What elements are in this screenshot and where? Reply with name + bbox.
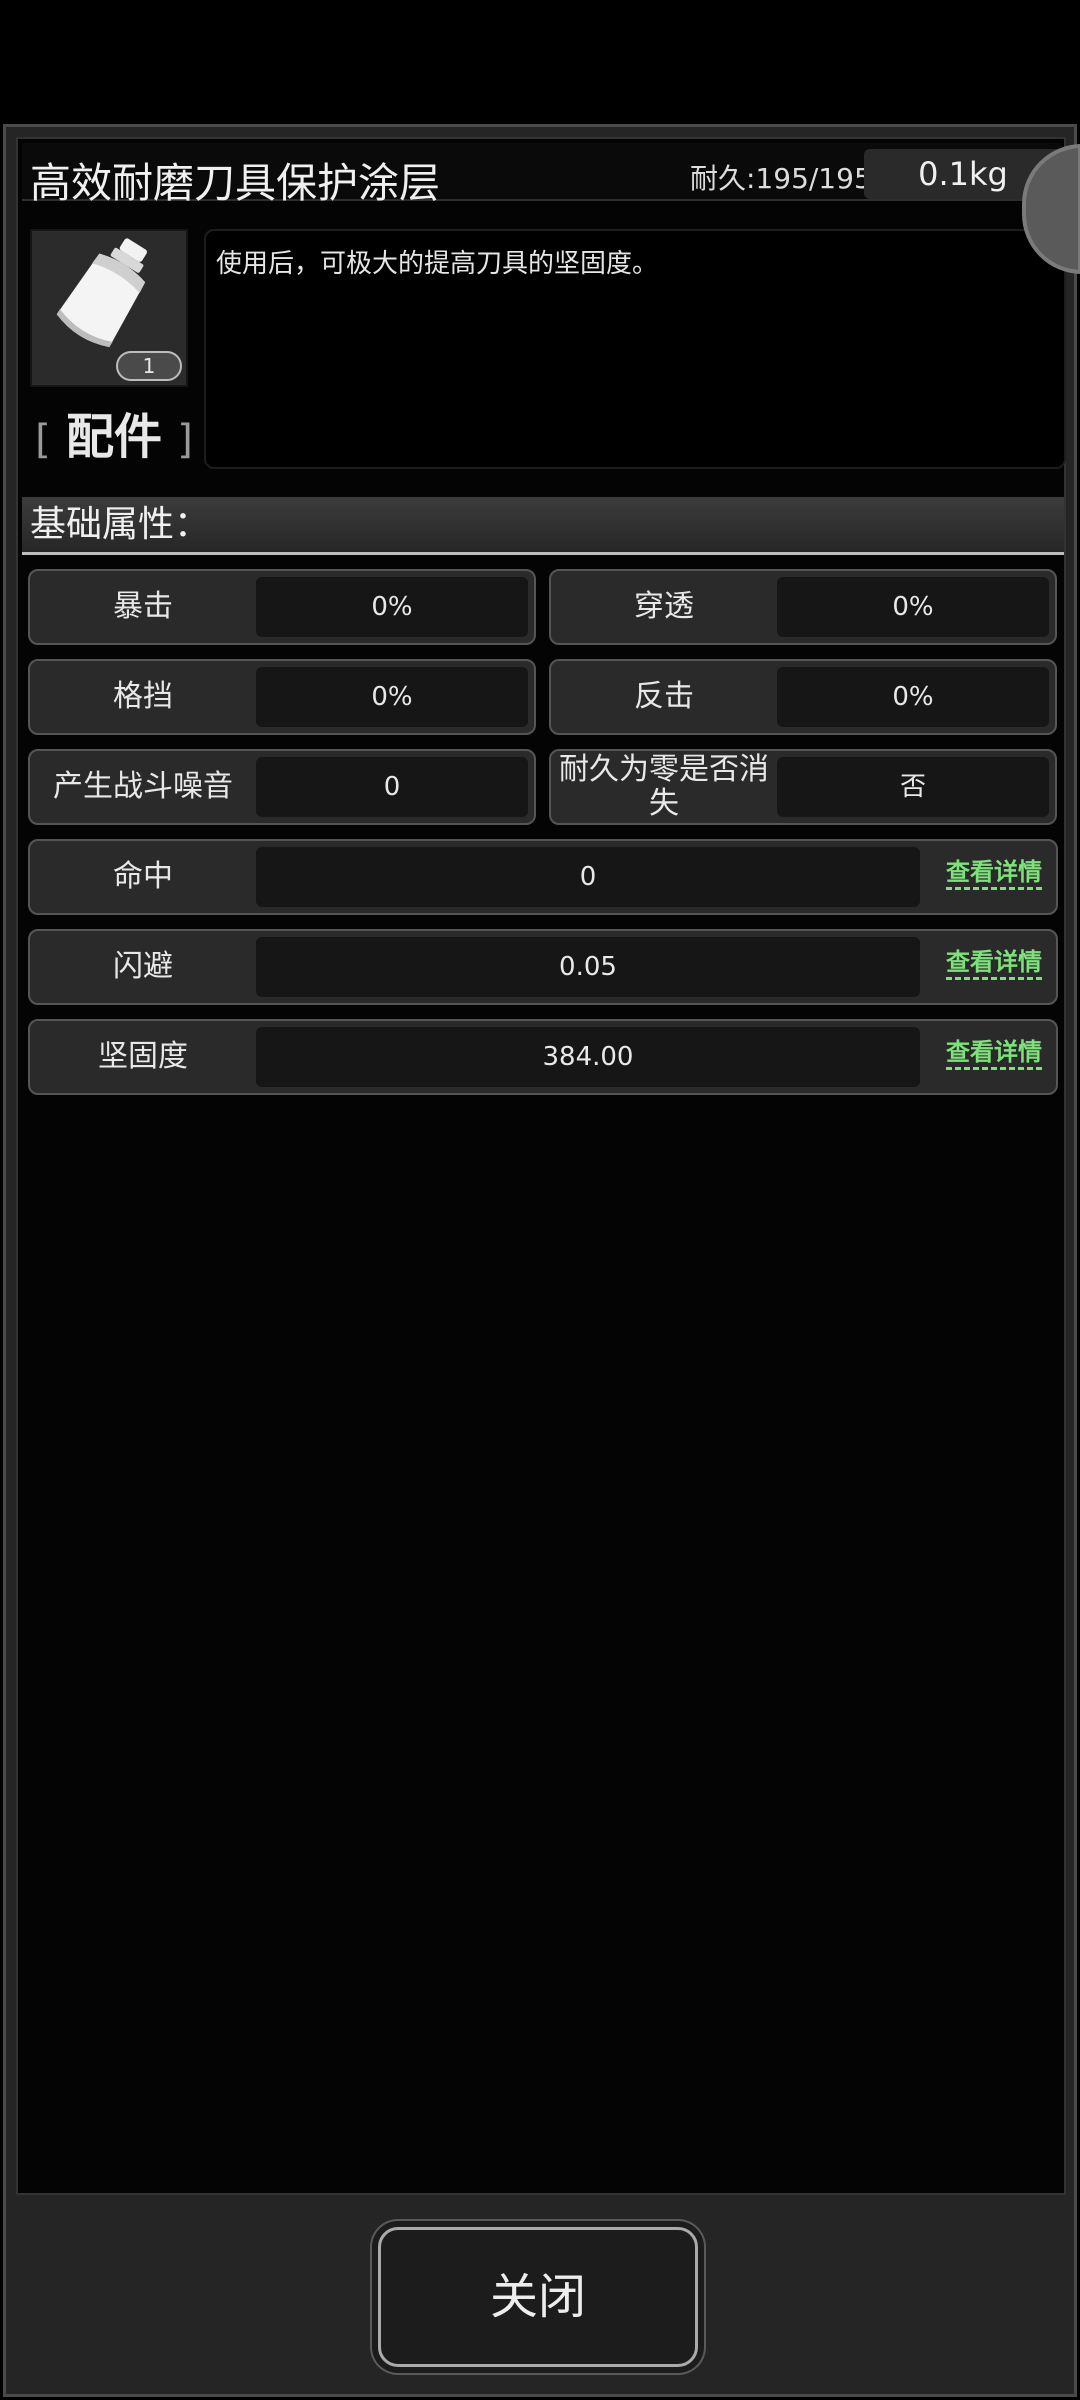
item-icon-slot: 1 <box>30 229 188 387</box>
item-header: 高效耐磨刀具保护涂层 耐久:195/195 0.1kg <box>22 143 1062 207</box>
attr-label: 反击 <box>634 679 694 714</box>
attr-label: 闪避 <box>113 949 173 984</box>
attr-value: 否 <box>777 757 1049 817</box>
attr-value: 384.00 <box>256 1027 920 1087</box>
attr-value: 0% <box>777 577 1049 637</box>
attr-counter: 反击 0% <box>549 659 1057 735</box>
attr-crit: 暴击 0% <box>28 569 536 645</box>
item-name: 高效耐磨刀具保护涂层 <box>30 159 440 207</box>
content-area: 高效耐磨刀具保护涂层 耐久:195/195 0.1kg 1 [ 配件 ] 使用后… <box>16 137 1066 2195</box>
attr-firmness: 坚固度 384.00 查看详情 <box>28 1019 1058 1095</box>
attr-value: 0.05 <box>256 937 920 997</box>
attr-label: 耐久为零是否消失 <box>559 752 769 821</box>
item-detail-panel: 高效耐磨刀具保护涂层 耐久:195/195 0.1kg 1 [ 配件 ] 使用后… <box>3 124 1077 2397</box>
attr-label: 命中 <box>113 859 173 894</box>
attr-label: 坚固度 <box>98 1039 188 1074</box>
attr-value: 0 <box>256 757 528 817</box>
attr-value: 0% <box>256 667 528 727</box>
view-details-link-dodge[interactable]: 查看详情 <box>946 947 1042 980</box>
attr-hit: 命中 0 查看详情 <box>28 839 1058 915</box>
section-basic-attributes: 基础属性： <box>22 497 1064 555</box>
view-details-link-firmness[interactable]: 查看详情 <box>946 1037 1042 1070</box>
item-count-badge: 1 <box>116 351 182 381</box>
category-bracket-left: [ <box>35 417 51 463</box>
attr-value: 0 <box>256 847 920 907</box>
item-description: 使用后，可极大的提高刀具的坚固度。 <box>204 229 1066 469</box>
attr-noise: 产生战斗噪音 0 <box>28 749 536 825</box>
attr-label: 格挡 <box>113 679 173 714</box>
category-bracket-right: ] <box>177 417 193 463</box>
attr-value: 0% <box>777 667 1049 727</box>
attr-label: 穿透 <box>634 589 694 624</box>
attr-vanish: 耐久为零是否消失 否 <box>549 749 1057 825</box>
attr-dodge: 闪避 0.05 查看详情 <box>28 929 1058 1005</box>
item-category: [ 配件 ] <box>34 397 194 467</box>
attr-pierce: 穿透 0% <box>549 569 1057 645</box>
attr-label: 产生战斗噪音 <box>53 769 233 804</box>
attr-value: 0% <box>256 577 528 637</box>
category-label: 配件 <box>65 409 162 465</box>
attr-label: 暴击 <box>113 589 173 624</box>
attr-block: 格挡 0% <box>28 659 536 735</box>
close-button[interactable]: 关闭 <box>378 2227 698 2367</box>
view-details-link-hit[interactable]: 查看详情 <box>946 857 1042 890</box>
durability-text: 耐久:195/195 <box>690 162 872 195</box>
